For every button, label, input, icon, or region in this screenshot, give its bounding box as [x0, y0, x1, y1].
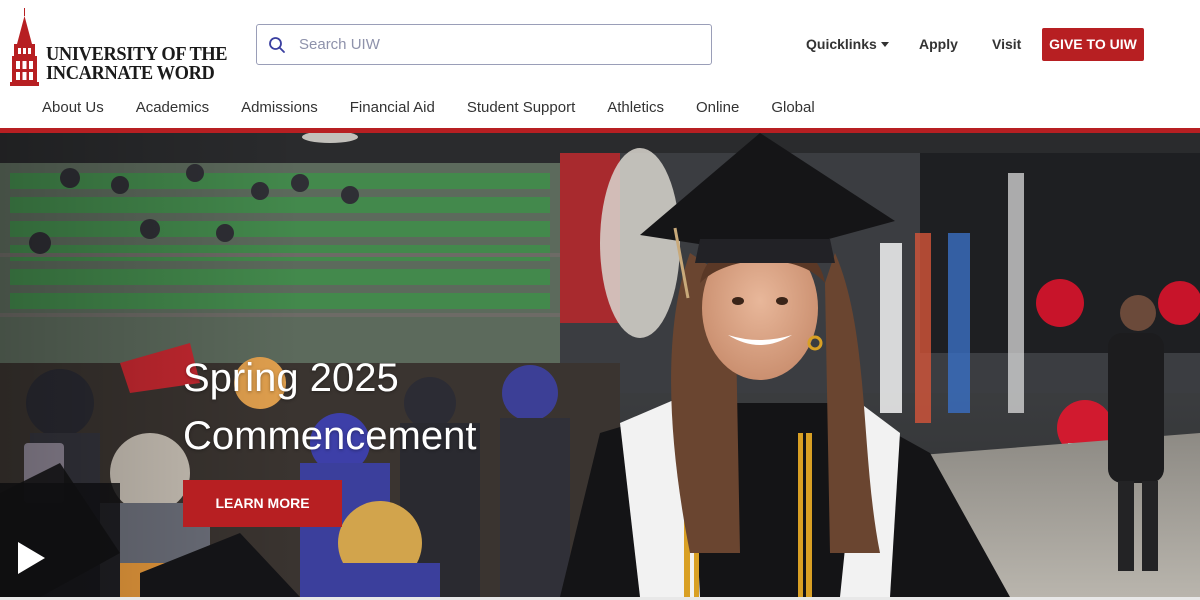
nav-item-admissions[interactable]: Admissions: [225, 96, 334, 120]
university-wordmark[interactable]: UNIVERSITY OF THE INCARNATE WORD: [46, 44, 228, 84]
apply-link[interactable]: Apply: [919, 28, 958, 61]
site-header: UNIVERSITY OF THE INCARNATE WORD Quickli…: [0, 0, 1200, 128]
nav-item-global[interactable]: Global: [755, 96, 830, 120]
wordmark-line-2: INCARNATE WORD: [46, 62, 215, 84]
learn-more-button[interactable]: LEARN MORE: [183, 480, 342, 527]
hero-title-line-1: Spring 2025: [183, 356, 399, 400]
hero-title-line-2: Commencement: [183, 414, 477, 458]
nav-item-online[interactable]: Online: [680, 96, 755, 120]
nav-item-athletics[interactable]: Athletics: [591, 96, 680, 120]
tower-icon: [10, 8, 39, 86]
play-icon[interactable]: [16, 541, 46, 575]
search-input[interactable]: [299, 25, 699, 64]
nav-item-student-support[interactable]: Student Support: [451, 96, 591, 120]
hero-title: Spring 2025 Commencement: [183, 349, 476, 465]
quicklinks-menu[interactable]: Quicklinks: [806, 28, 889, 61]
caret-down-icon: [880, 42, 889, 47]
nav-item-academics[interactable]: Academics: [120, 96, 225, 120]
nav-item-financial-aid[interactable]: Financial Aid: [334, 96, 451, 120]
hero-background-image: [0, 133, 1200, 597]
give-button[interactable]: GIVE TO UIW: [1042, 28, 1144, 61]
visit-link[interactable]: Visit: [992, 28, 1021, 61]
hero-video[interactable]: Spring 2025 Commencement LEARN MORE: [0, 133, 1200, 597]
quicklinks-label: Quicklinks: [806, 36, 877, 52]
search-box[interactable]: [256, 24, 712, 65]
search-icon[interactable]: [268, 36, 286, 54]
main-nav: About Us Academics Admissions Financial …: [26, 96, 831, 120]
nav-item-about-us[interactable]: About Us: [26, 96, 120, 120]
